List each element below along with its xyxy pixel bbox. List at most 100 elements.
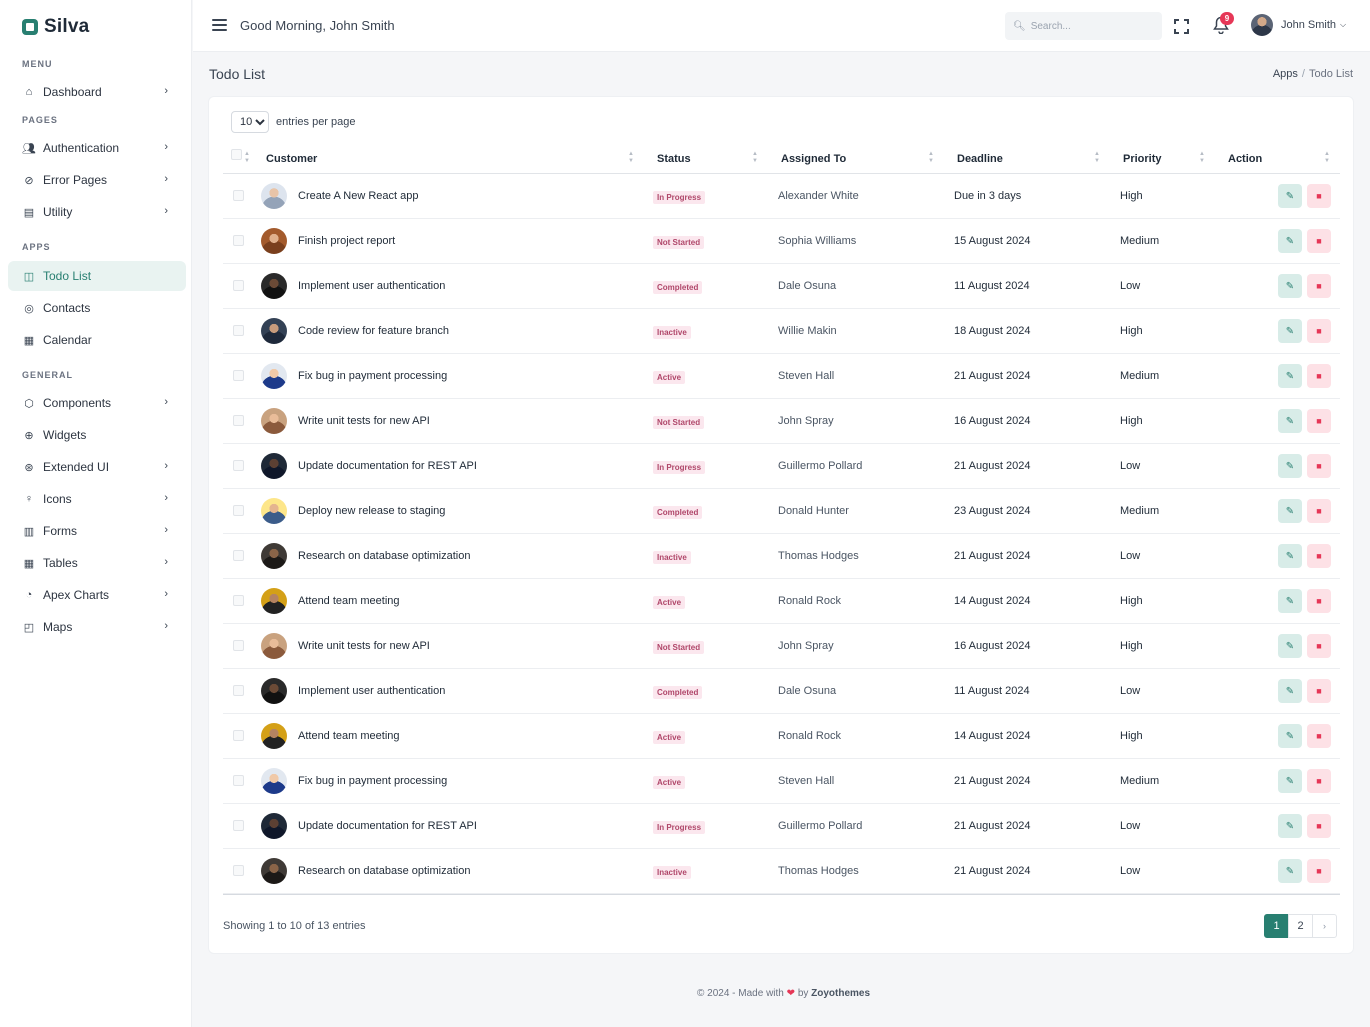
delete-button[interactable]: ■ [1307,634,1331,658]
edit-button[interactable]: ✎ [1278,454,1302,478]
sidebar-item-error-pages[interactable]: ⊘ Error Pages › [8,165,186,195]
row-checkbox[interactable] [233,865,244,876]
edit-button[interactable]: ✎ [1278,184,1302,208]
edit-button[interactable]: ✎ [1278,544,1302,568]
sidebar-item-label: Calendar [43,333,92,347]
sidebar-item-forms[interactable]: ▥ Forms › [8,516,186,546]
edit-button[interactable]: ✎ [1278,769,1302,793]
delete-button[interactable]: ■ [1307,544,1331,568]
row-checkbox[interactable] [233,460,244,471]
sidebar-item-todo-list[interactable]: ◫ Todo List [8,261,186,291]
entries-select[interactable]: 10 [231,111,269,133]
sidebar-item-extended-ui[interactable]: ⊛ Extended UI › [8,452,186,482]
edit-button[interactable]: ✎ [1278,634,1302,658]
delete-button[interactable]: ■ [1307,454,1331,478]
fullscreen-icon[interactable] [1174,19,1189,34]
search-box[interactable]: 🔍︎ [1005,12,1162,40]
breadcrumb-apps[interactable]: Apps [1273,68,1298,80]
chevron-right-icon: › [164,173,168,185]
sidebar-item-utility[interactable]: ▤ Utility › [8,197,186,227]
menu-toggle-icon[interactable] [212,19,227,31]
task-name: Implement user authentication [298,685,446,697]
logo[interactable]: Silva [22,16,89,38]
edit-button[interactable]: ✎ [1278,679,1302,703]
delete-button[interactable]: ■ [1307,274,1331,298]
edit-button[interactable]: ✎ [1278,724,1302,748]
row-checkbox[interactable] [233,640,244,651]
sidebar-item-maps[interactable]: ◰ Maps › [8,612,186,642]
sidebar-item-label: Utility [43,205,73,219]
edit-button[interactable]: ✎ [1278,319,1302,343]
delete-button[interactable]: ■ [1307,184,1331,208]
sort-icon[interactable]: ▲ ▼ [752,151,758,165]
sidebar-item-authentication[interactable]: 👥︎ Authentication › [8,133,186,163]
edit-button[interactable]: ✎ [1278,364,1302,388]
delete-button[interactable]: ■ [1307,859,1331,883]
row-checkbox[interactable] [233,730,244,741]
footer-brand[interactable]: Zoyothemes [811,988,870,999]
sidebar-item-contacts[interactable]: ◎ Contacts [8,293,186,323]
sidebar-item-apex-charts[interactable]: ◔ Apex Charts › [8,580,186,610]
delete-button[interactable]: ■ [1307,724,1331,748]
row-checkbox[interactable] [233,685,244,696]
row-checkbox[interactable] [233,280,244,291]
column-status[interactable]: Status [657,153,691,165]
page-2-button[interactable]: 2 [1288,914,1313,938]
sidebar-item-dashboard[interactable]: ⌂ Dashboard › [8,77,186,107]
sidebar-item-calendar[interactable]: ▦ Calendar [8,325,186,355]
sidebar-item-components[interactable]: ⬡ Components › [8,388,186,418]
table-row: Deploy new release to staging Completed Do… [223,489,1340,534]
select-all-checkbox[interactable] [231,149,242,160]
delete-button[interactable]: ■ [1307,769,1331,793]
priority: Medium [1120,370,1160,382]
sort-icon[interactable]: ▲ ▼ [1094,151,1100,165]
edit-button[interactable]: ✎ [1278,229,1302,253]
delete-button[interactable]: ■ [1307,319,1331,343]
page-1-button[interactable]: 1 [1264,914,1289,938]
next-page-button[interactable]: › [1312,914,1337,938]
edit-button[interactable]: ✎ [1278,589,1302,613]
delete-button[interactable]: ■ [1307,679,1331,703]
search-input[interactable] [1030,20,1151,32]
delete-button[interactable]: ■ [1307,814,1331,838]
row-checkbox[interactable] [233,550,244,561]
edit-button[interactable]: ✎ [1278,499,1302,523]
section-pages: PAGES [22,115,58,125]
table-row: Research on database optimization Inactiv… [223,849,1340,894]
row-checkbox[interactable] [233,820,244,831]
user-menu[interactable]: John Smith ⌵ [1251,14,1346,36]
sort-icon[interactable]: ▲ ▼ [928,151,934,165]
sort-icon[interactable]: ▲ ▼ [244,151,250,165]
row-checkbox[interactable] [233,415,244,426]
row-checkbox[interactable] [233,190,244,201]
column-priority[interactable]: Priority [1123,153,1162,165]
edit-button[interactable]: ✎ [1278,409,1302,433]
delete-button[interactable]: ■ [1307,364,1331,388]
sidebar-item-widgets[interactable]: ⊕ Widgets [8,420,186,450]
edit-button[interactable]: ✎ [1278,274,1302,298]
delete-button[interactable]: ■ [1307,589,1331,613]
sort-icon[interactable]: ▲ ▼ [628,151,634,165]
sort-icon[interactable]: ▲ ▼ [1324,151,1330,165]
edit-button[interactable]: ✎ [1278,814,1302,838]
column-assigned-to[interactable]: Assigned To [781,153,846,165]
priority: Low [1120,685,1141,697]
sidebar-item-tables[interactable]: ▦ Tables › [8,548,186,578]
delete-button[interactable]: ■ [1307,499,1331,523]
column-customer[interactable]: Customer [266,153,317,165]
delete-button[interactable]: ■ [1307,229,1331,253]
edit-button[interactable]: ✎ [1278,859,1302,883]
avatar [261,408,287,434]
priority: Medium [1120,505,1160,517]
row-checkbox[interactable] [233,325,244,336]
row-checkbox[interactable] [233,775,244,786]
row-checkbox[interactable] [233,235,244,246]
sort-icon[interactable]: ▲ ▼ [1199,151,1205,165]
column-deadline[interactable]: Deadline [957,153,1003,165]
row-checkbox[interactable] [233,505,244,516]
table-row: Attend team meeting Active Ronald Rock 14 A… [223,714,1340,759]
row-checkbox[interactable] [233,370,244,381]
row-checkbox[interactable] [233,595,244,606]
delete-button[interactable]: ■ [1307,409,1331,433]
sidebar-item-icons[interactable]: ♀ Icons › [8,484,186,514]
